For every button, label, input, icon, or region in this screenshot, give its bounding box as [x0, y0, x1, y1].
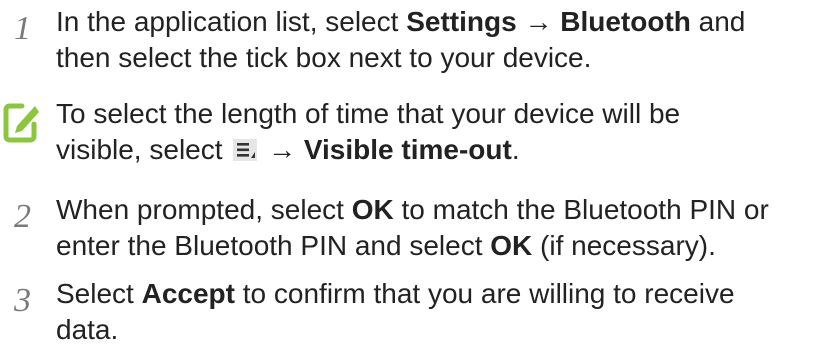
step-line: When prompted, select OK to match the Bl… [56, 192, 801, 228]
text-segment: When prompted, select [56, 194, 352, 225]
step-number: 3 [14, 282, 31, 319]
accept-label: Accept [141, 278, 235, 309]
text-segment: and [690, 6, 746, 37]
text-segment: In the application list, select [56, 6, 407, 37]
step-text: In the application list, select Settings… [56, 4, 801, 76]
menu-path-bluetooth: Bluetooth [560, 6, 691, 37]
note-text: To select the length of time that your d… [56, 96, 801, 168]
step-text: When prompted, select OK to match the Bl… [56, 192, 801, 264]
step-line: enter the Bluetooth PIN and select OK (i… [56, 228, 801, 264]
note-box: To select the length of time that your d… [0, 96, 813, 176]
text-segment: to match the Bluetooth PIN or [393, 194, 769, 225]
step-line: In the application list, select Settings… [56, 4, 801, 40]
step-line: Select Accept to confirm that you are wi… [56, 276, 801, 312]
note-pencil-icon [2, 102, 40, 144]
menu-path-visible-timeout: Visible time-out [303, 134, 512, 165]
ok-label: OK [351, 194, 394, 225]
step-number: 1 [14, 10, 31, 47]
note-line: visible, select → Visible time-out. [56, 132, 801, 168]
ok-label: OK [490, 230, 533, 261]
step-text: Select Accept to confirm that you are wi… [56, 276, 801, 348]
menu-icon [232, 135, 258, 161]
menu-path-settings: Settings [406, 6, 517, 37]
text-segment: (if necessary). [532, 230, 716, 261]
step-line: then select the tick box next to your de… [56, 42, 592, 73]
arrow-separator: → [516, 6, 561, 37]
arrow-separator: → [260, 134, 304, 165]
text-segment: Select [56, 278, 142, 309]
text-segment: . [511, 134, 520, 165]
text-segment: to confirm that you are willing to recei… [234, 278, 735, 309]
text-segment: enter the Bluetooth PIN and select [56, 230, 491, 261]
step-number: 2 [14, 198, 31, 235]
text-segment: visible, select [56, 134, 231, 165]
step-line: data. [56, 314, 119, 345]
note-line: To select the length of time that your d… [56, 98, 681, 129]
